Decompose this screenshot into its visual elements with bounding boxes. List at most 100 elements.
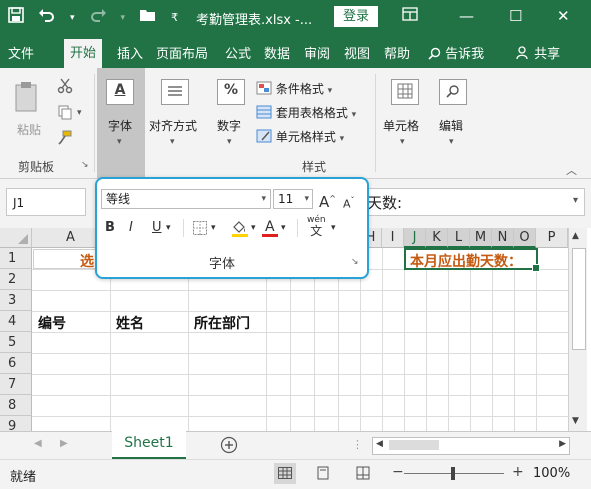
- row-header-3[interactable]: 3: [0, 290, 32, 311]
- scroll-thumb[interactable]: [572, 248, 586, 350]
- row-header-9[interactable]: 9: [0, 416, 32, 431]
- font-size-combo[interactable]: 11 ▾: [273, 189, 313, 209]
- tab-splitter-icon[interactable]: ⋮: [352, 438, 363, 451]
- column-header-n[interactable]: N: [492, 228, 514, 248]
- tab-review[interactable]: 审阅: [304, 43, 330, 62]
- tab-home[interactable]: 开始: [64, 39, 103, 68]
- paste-button[interactable]: 粘贴: [10, 78, 48, 138]
- login-button[interactable]: 登录: [334, 6, 378, 27]
- cells-button[interactable]: 单元格 ▾: [378, 68, 430, 178]
- scissors-icon[interactable]: [57, 78, 73, 97]
- save-icon[interactable]: [8, 7, 24, 29]
- fill-handle[interactable]: [532, 264, 540, 272]
- next-sheet-icon[interactable]: ▶: [60, 438, 68, 449]
- open-folder-icon[interactable]: [139, 7, 157, 29]
- maximize-button[interactable]: ☐: [509, 6, 522, 26]
- tab-page-layout[interactable]: 页面布局: [156, 43, 208, 62]
- alignment-button[interactable]: 对齐方式 ▾: [146, 68, 202, 178]
- increase-font-size-button[interactable]: A^: [319, 190, 336, 211]
- select-all-corner[interactable]: [0, 228, 32, 248]
- header-cell-name[interactable]: 姓名: [116, 313, 144, 333]
- copy-dropdown-icon[interactable]: ▾: [77, 108, 82, 118]
- add-sheet-icon[interactable]: [220, 436, 238, 457]
- number-button[interactable]: % 数字 ▾: [210, 68, 252, 178]
- row-header-8[interactable]: 8: [0, 395, 32, 416]
- row-header-1[interactable]: 1: [0, 248, 32, 269]
- format-painter-icon[interactable]: [57, 130, 73, 149]
- tab-formulas[interactable]: 公式: [225, 43, 251, 62]
- tell-me-search[interactable]: 告诉我: [428, 43, 484, 62]
- zoom-out-button[interactable]: −: [392, 464, 404, 480]
- scroll-left-icon[interactable]: ◀: [376, 439, 383, 449]
- prev-sheet-icon[interactable]: ◀: [34, 438, 42, 449]
- fill-color-dropdown-icon[interactable]: ▾: [251, 219, 256, 237]
- borders-dropdown-icon[interactable]: ▾: [211, 219, 216, 237]
- phonetic-dropdown-icon[interactable]: ▾: [331, 219, 336, 237]
- cond-format-button[interactable]: 条件格式 ▾: [256, 80, 332, 97]
- italic-button[interactable]: I: [129, 219, 133, 237]
- column-header-k[interactable]: K: [426, 228, 448, 248]
- font-name-combo[interactable]: 等线 ▾: [101, 189, 271, 209]
- ribbon-display-options-icon[interactable]: [402, 6, 418, 26]
- font-name-dropdown-icon[interactable]: ▾: [261, 190, 266, 208]
- collapse-ribbon-icon[interactable]: ︿: [566, 162, 577, 178]
- name-box[interactable]: J1: [6, 188, 86, 216]
- undo-dropdown-icon[interactable]: ▾: [70, 8, 75, 28]
- scroll-down-icon[interactable]: ▼: [572, 416, 579, 426]
- row-header-4[interactable]: 4: [0, 311, 32, 332]
- horizontal-scrollbar[interactable]: ◀ ▶: [372, 437, 570, 455]
- page-break-view-button[interactable]: [356, 466, 370, 483]
- sheet-tab-sheet1[interactable]: Sheet1: [112, 431, 186, 460]
- underline-button[interactable]: U: [152, 219, 162, 237]
- column-header-o[interactable]: O: [514, 228, 536, 248]
- cell-style-button[interactable]: 单元格样式 ▾: [256, 128, 344, 145]
- row-header-2[interactable]: 2: [0, 269, 32, 290]
- borders-button[interactable]: [193, 221, 207, 238]
- vertical-scrollbar[interactable]: ▲ ▼: [568, 228, 587, 431]
- scroll-right-icon[interactable]: ▶: [559, 439, 566, 449]
- minimize-button[interactable]: —: [459, 6, 474, 26]
- row-header-7[interactable]: 7: [0, 374, 32, 395]
- tab-help[interactable]: 帮助: [384, 43, 410, 62]
- bold-button[interactable]: B: [105, 219, 115, 237]
- header-cell-department[interactable]: 所在部门: [194, 313, 250, 333]
- column-header-m[interactable]: M: [470, 228, 492, 248]
- expand-formula-icon[interactable]: ▾: [573, 195, 578, 206]
- tab-file[interactable]: 文件: [8, 43, 34, 62]
- formula-input[interactable]: 天数: ▾: [360, 188, 585, 216]
- font-color-button[interactable]: A: [261, 218, 279, 241]
- close-button[interactable]: ✕: [557, 6, 570, 26]
- column-header-l[interactable]: L: [448, 228, 470, 248]
- page-layout-view-button[interactable]: [316, 466, 330, 483]
- row-header-6[interactable]: 6: [0, 353, 32, 374]
- phonetic-guide-button[interactable]: wén 文: [307, 215, 326, 237]
- column-header-j[interactable]: J: [404, 228, 426, 248]
- tab-data[interactable]: 数据: [264, 43, 290, 62]
- normal-view-button[interactable]: [274, 463, 296, 484]
- hscroll-thumb[interactable]: [389, 440, 439, 450]
- share-button[interactable]: 共享: [516, 43, 560, 62]
- column-header-p[interactable]: P: [536, 228, 568, 248]
- selected-cell-j1[interactable]: 本月应出勤天数：: [404, 248, 540, 272]
- tab-view[interactable]: 视图: [344, 43, 370, 62]
- zoom-slider-thumb[interactable]: [451, 467, 455, 480]
- row-header-5[interactable]: 5: [0, 332, 32, 353]
- underline-dropdown-icon[interactable]: ▾: [166, 219, 171, 237]
- font-color-dropdown-icon[interactable]: ▾: [281, 219, 286, 237]
- column-header-i[interactable]: I: [382, 228, 404, 248]
- scroll-up-icon[interactable]: ▲: [572, 231, 579, 241]
- tab-insert[interactable]: 插入: [117, 43, 143, 62]
- customize-qat-icon[interactable]: ₹: [171, 8, 178, 28]
- zoom-in-button[interactable]: +: [512, 464, 524, 480]
- fill-color-button[interactable]: [231, 219, 249, 240]
- decrease-font-size-button[interactable]: Aˇ: [343, 192, 355, 214]
- table-format-button[interactable]: 套用表格格式 ▾: [256, 104, 356, 121]
- font-size-dropdown-icon[interactable]: ▾: [304, 190, 309, 208]
- clipboard-launcher-icon[interactable]: ↘: [81, 160, 89, 170]
- font-button[interactable]: A 字体 ▾: [97, 68, 145, 178]
- editing-button[interactable]: 编辑 ▾: [432, 68, 474, 178]
- header-cell-id[interactable]: 编号: [38, 313, 66, 333]
- copy-icon[interactable]: [57, 104, 73, 123]
- zoom-level[interactable]: 100%: [533, 466, 570, 481]
- font-dialog-launcher-icon[interactable]: ↘: [351, 257, 359, 267]
